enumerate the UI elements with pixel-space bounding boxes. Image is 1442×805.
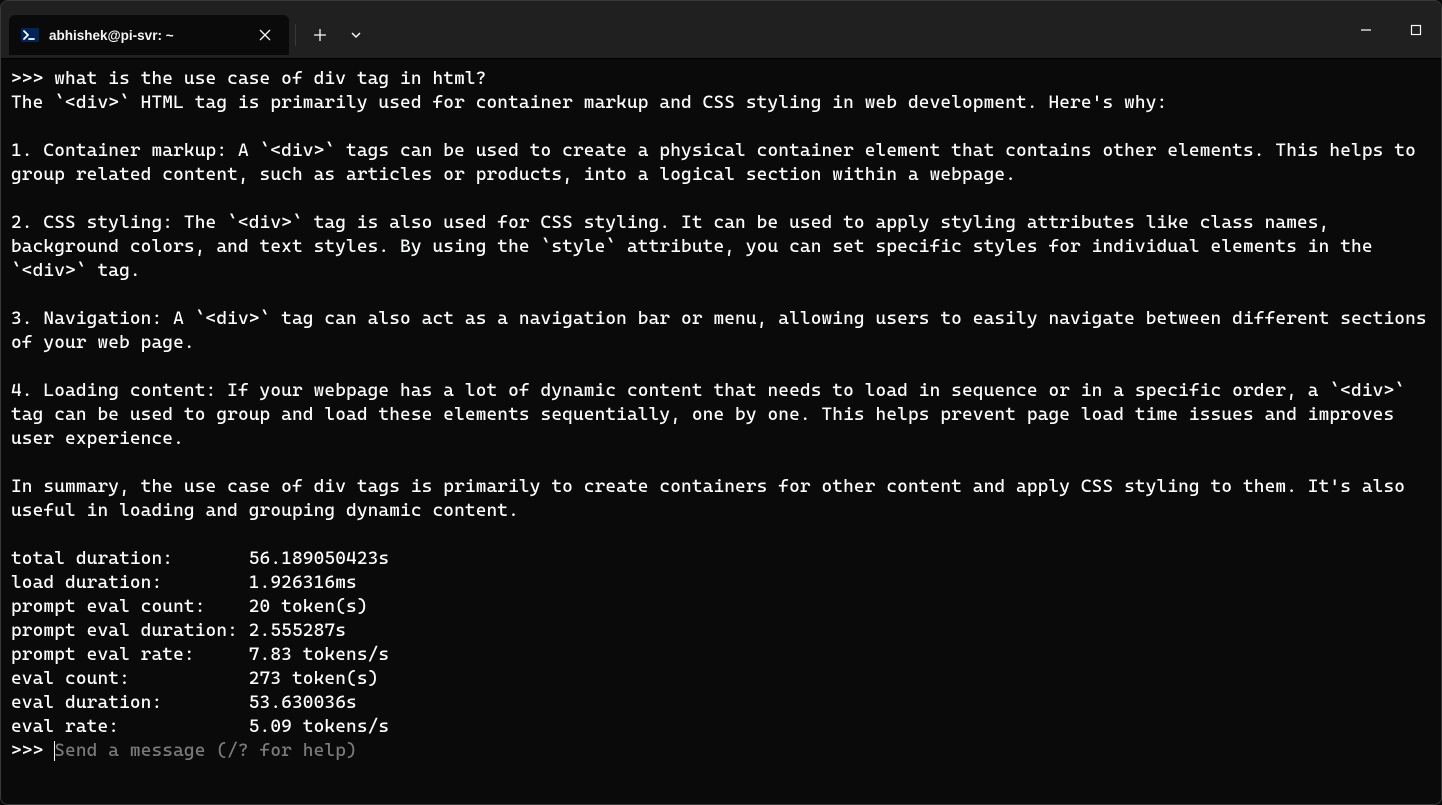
terminal-content[interactable]: >>> what is the use case of div tag in h…	[1, 59, 1441, 804]
terminal-window: abhishek@pi-svr: ~ >>> what is the use c…	[0, 0, 1442, 805]
input-placeholder[interactable]: Send a message (/? for help)	[54, 740, 357, 761]
response-summary: In summary, the use case of div tags is …	[11, 476, 1416, 521]
stat-line: prompt eval count: 20 token(s)	[11, 596, 368, 617]
response-paragraph-4: 4. Loading content: If your webpage has …	[11, 380, 1416, 449]
stat-line: load duration: 1.926316ms	[11, 572, 357, 593]
stat-line: eval rate: 5.09 tokens/s	[11, 716, 389, 737]
response-paragraph-2: 2. CSS styling: The `<div>` tag is also …	[11, 212, 1383, 281]
minimize-button[interactable]	[1341, 11, 1391, 49]
response-paragraph-3: 3. Navigation: A `<div>` tag can also ac…	[11, 308, 1438, 353]
tab-title: abhishek@pi-svr: ~	[49, 28, 243, 43]
stat-line: eval duration: 53.630036s	[11, 692, 357, 713]
stat-line: prompt eval rate: 7.83 tokens/s	[11, 644, 389, 665]
close-tab-button[interactable]	[253, 23, 277, 47]
new-tab-button[interactable]	[302, 17, 338, 53]
window-controls	[1341, 1, 1441, 58]
stat-line: prompt eval duration: 2.555287s	[11, 620, 346, 641]
prompt-prefix: >>>	[11, 68, 54, 89]
tab-dropdown-button[interactable]	[338, 17, 374, 53]
powershell-icon	[21, 26, 39, 44]
user-input-line: what is the use case of div tag in html?	[54, 68, 486, 89]
response-intro: The `<div>` HTML tag is primarily used f…	[11, 92, 1167, 113]
prompt-prefix: >>>	[11, 740, 54, 761]
tab-active[interactable]: abhishek@pi-svr: ~	[9, 15, 289, 55]
tab-divider	[295, 24, 296, 46]
titlebar: abhishek@pi-svr: ~	[1, 1, 1441, 59]
stat-line: total duration: 56.189050423s	[11, 548, 389, 569]
stat-line: eval count: 273 token(s)	[11, 668, 378, 689]
response-paragraph-1: 1. Container markup: A `<div>` tags can …	[11, 140, 1427, 185]
maximize-button[interactable]	[1391, 11, 1441, 49]
